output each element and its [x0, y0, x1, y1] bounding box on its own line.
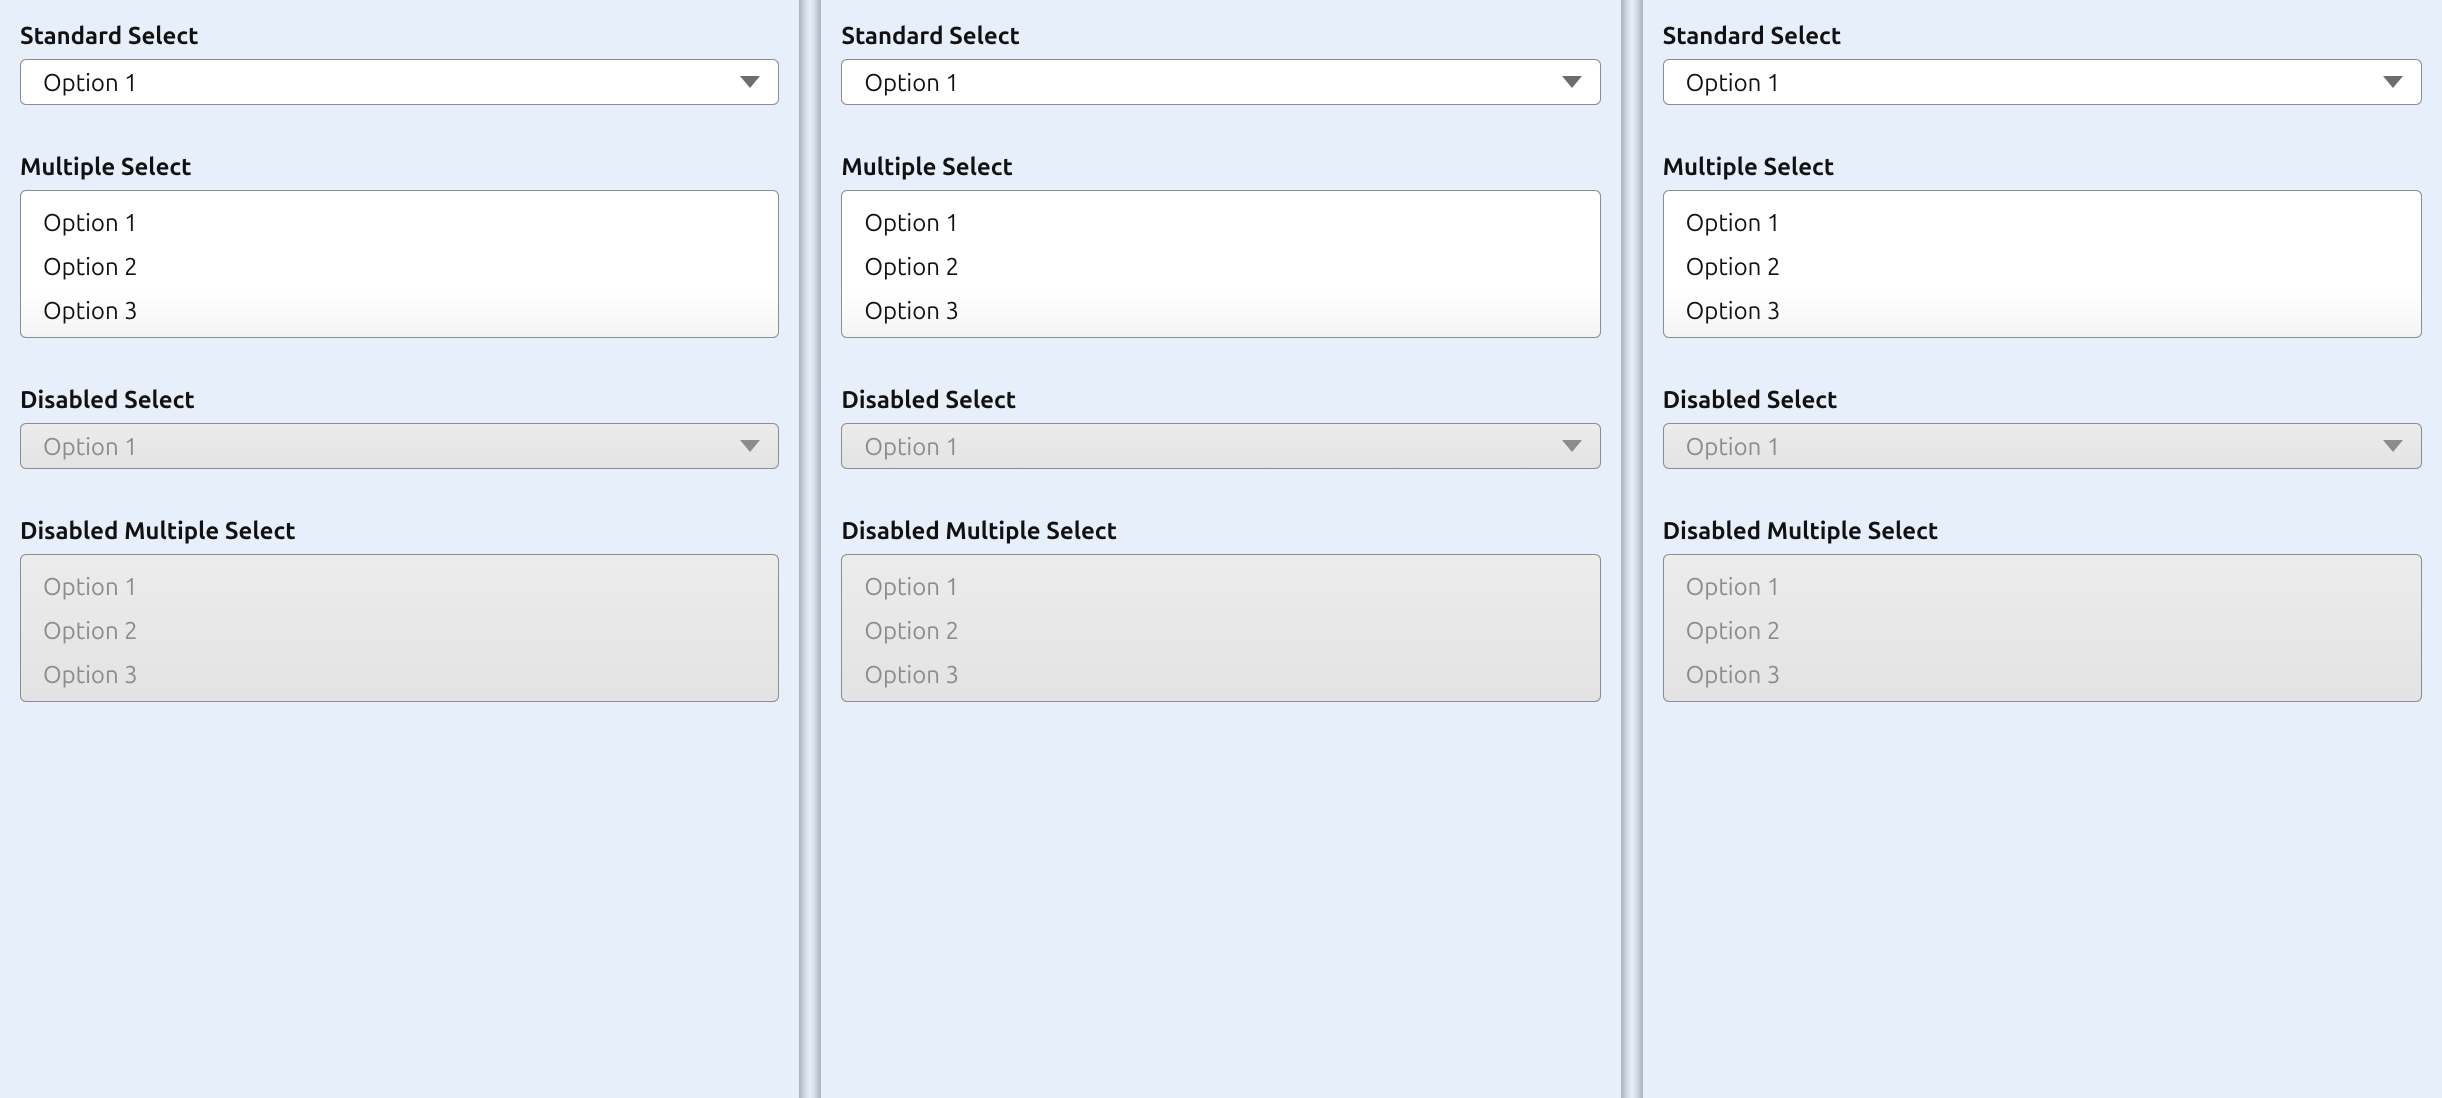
standard-select-value: Option 1	[1686, 69, 1781, 96]
standard-select[interactable]: Option 1	[1663, 59, 2422, 105]
multiple-select-option[interactable]: Option 1	[1664, 201, 2421, 245]
columns-container: Standard Select Option 1 Multiple Select…	[0, 0, 2442, 1098]
disabled-select-value: Option 1	[864, 433, 959, 460]
standard-select-value: Option 1	[43, 69, 138, 96]
disabled-multiple-select: Option 1 Option 2 Option 3	[841, 554, 1600, 702]
chevron-down-icon	[2383, 76, 2403, 88]
chevron-down-icon	[740, 440, 760, 452]
multiple-select-label: Multiple Select	[841, 153, 1600, 180]
disabled-multiple-select-option: Option 2	[1664, 609, 2421, 653]
multiple-select-option[interactable]: Option 3	[21, 289, 778, 333]
panel-1: Standard Select Option 1 Multiple Select…	[0, 0, 799, 1098]
multiple-select-field: Multiple Select Option 1 Option 2 Option…	[20, 153, 779, 338]
chevron-down-icon	[1562, 440, 1582, 452]
disabled-multiple-select-option: Option 3	[842, 653, 1599, 697]
standard-select-field: Standard Select Option 1	[20, 22, 779, 105]
disabled-select-label: Disabled Select	[1663, 386, 2422, 413]
standard-select[interactable]: Option 1	[20, 59, 779, 105]
multiple-select-option[interactable]: Option 3	[1664, 289, 2421, 333]
disabled-multiple-select: Option 1 Option 2 Option 3	[1663, 554, 2422, 702]
standard-select-field: Standard Select Option 1	[1663, 22, 2422, 105]
multiple-select[interactable]: Option 1 Option 2 Option 3	[1663, 190, 2422, 338]
disabled-select: Option 1	[1663, 423, 2422, 469]
disabled-multiple-select-option: Option 1	[1664, 565, 2421, 609]
multiple-select[interactable]: Option 1 Option 2 Option 3	[841, 190, 1600, 338]
panel-3: Standard Select Option 1 Multiple Select…	[1643, 0, 2442, 1098]
multiple-select-option[interactable]: Option 1	[842, 201, 1599, 245]
chevron-down-icon	[2383, 440, 2403, 452]
multiple-select-label: Multiple Select	[20, 153, 779, 180]
disabled-select: Option 1	[20, 423, 779, 469]
disabled-select-value: Option 1	[43, 433, 138, 460]
multiple-select-field: Multiple Select Option 1 Option 2 Option…	[1663, 153, 2422, 338]
disabled-multiple-select-option: Option 1	[21, 565, 778, 609]
panel-separator	[1621, 0, 1643, 1098]
disabled-multiple-select-option: Option 3	[21, 653, 778, 697]
disabled-select-label: Disabled Select	[841, 386, 1600, 413]
standard-select-value: Option 1	[864, 69, 959, 96]
disabled-select-field: Disabled Select Option 1	[841, 386, 1600, 469]
disabled-select-field: Disabled Select Option 1	[20, 386, 779, 469]
disabled-multiple-select-label: Disabled Multiple Select	[1663, 517, 2422, 544]
disabled-select-value: Option 1	[1686, 433, 1781, 460]
multiple-select-option[interactable]: Option 2	[1664, 245, 2421, 289]
disabled-multiple-select: Option 1 Option 2 Option 3	[20, 554, 779, 702]
disabled-multiple-select-option: Option 2	[842, 609, 1599, 653]
disabled-multiple-select-option: Option 1	[842, 565, 1599, 609]
chevron-down-icon	[740, 76, 760, 88]
multiple-select-option[interactable]: Option 1	[21, 201, 778, 245]
panel-separator	[799, 0, 821, 1098]
standard-select[interactable]: Option 1	[841, 59, 1600, 105]
panel-2: Standard Select Option 1 Multiple Select…	[821, 0, 1620, 1098]
standard-select-label: Standard Select	[1663, 22, 2422, 49]
multiple-select[interactable]: Option 1 Option 2 Option 3	[20, 190, 779, 338]
multiple-select-option[interactable]: Option 3	[842, 289, 1599, 333]
standard-select-label: Standard Select	[841, 22, 1600, 49]
disabled-multiple-select-label: Disabled Multiple Select	[20, 517, 779, 544]
disabled-multiple-select-option: Option 2	[21, 609, 778, 653]
multiple-select-option[interactable]: Option 2	[842, 245, 1599, 289]
disabled-multiple-select-field: Disabled Multiple Select Option 1 Option…	[20, 517, 779, 702]
multiple-select-option[interactable]: Option 2	[21, 245, 778, 289]
chevron-down-icon	[1562, 76, 1582, 88]
disabled-multiple-select-field: Disabled Multiple Select Option 1 Option…	[1663, 517, 2422, 702]
disabled-multiple-select-label: Disabled Multiple Select	[841, 517, 1600, 544]
disabled-select-field: Disabled Select Option 1	[1663, 386, 2422, 469]
standard-select-field: Standard Select Option 1	[841, 22, 1600, 105]
multiple-select-field: Multiple Select Option 1 Option 2 Option…	[841, 153, 1600, 338]
disabled-multiple-select-option: Option 3	[1664, 653, 2421, 697]
standard-select-label: Standard Select	[20, 22, 779, 49]
disabled-select-label: Disabled Select	[20, 386, 779, 413]
disabled-multiple-select-field: Disabled Multiple Select Option 1 Option…	[841, 517, 1600, 702]
disabled-select: Option 1	[841, 423, 1600, 469]
multiple-select-label: Multiple Select	[1663, 153, 2422, 180]
